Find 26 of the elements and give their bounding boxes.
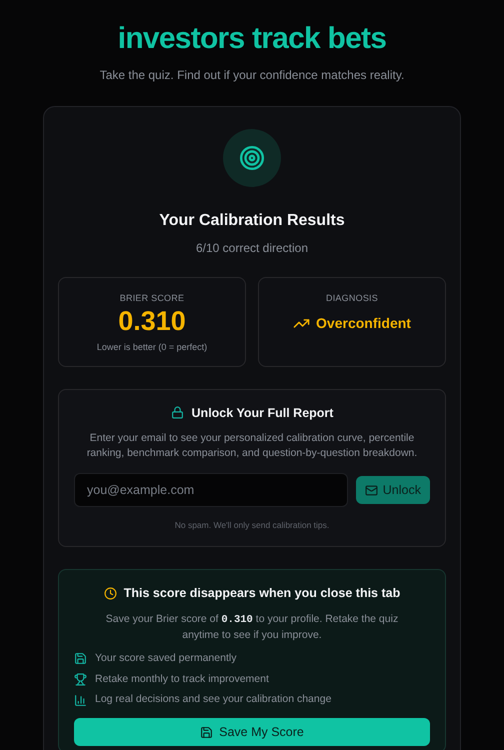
results-title: Your Calibration Results	[159, 210, 345, 230]
bar-chart-icon	[74, 694, 87, 707]
trophy-icon	[74, 672, 87, 686]
save-icon	[200, 726, 214, 738]
email-field[interactable]: you@example.com	[74, 473, 348, 508]
unlock-title: Unlock Your Full Report	[192, 404, 334, 422]
save-score-button[interactable]: Save My Score	[74, 718, 430, 746]
benefit-text: Your score saved permanently	[95, 650, 236, 666]
benefit-text: Log real decisions and see your calibration change	[95, 692, 332, 708]
fine-print: No spam. We'll only send calibration tips.	[174, 519, 330, 532]
stat-label: BRIER SCORE	[120, 292, 184, 304]
save-description: Save your Brier score of 0.310 to your profile. Retake the quiz anytime to see if you improve.	[104, 612, 400, 643]
save-icon	[74, 652, 87, 666]
save-title: This score disappears when you close this tab	[124, 585, 400, 602]
hero-subtitle: Take the quiz. Find out if your confidence matches reality.	[100, 66, 404, 84]
benefit-text: Retake monthly to track improvement	[95, 672, 269, 686]
stat-label: DIAGNOSIS	[326, 292, 378, 304]
lock-icon	[170, 406, 184, 420]
unlock-description: Enter your email to see your personalized calibration curve, percentile ranking, benchmark comparison, and question-by-question breakdown.	[86, 431, 418, 462]
results-summary: 6/10 correct direction	[196, 240, 308, 256]
clock-icon	[104, 586, 117, 600]
mail-icon	[364, 484, 378, 497]
diagnosis-value: Overconfident	[316, 314, 411, 333]
score-note: Lower is better (0 = perfect)	[96, 340, 208, 354]
brier-score: 0.310	[118, 305, 186, 338]
headline-accent: investors track bets	[118, 21, 386, 57]
